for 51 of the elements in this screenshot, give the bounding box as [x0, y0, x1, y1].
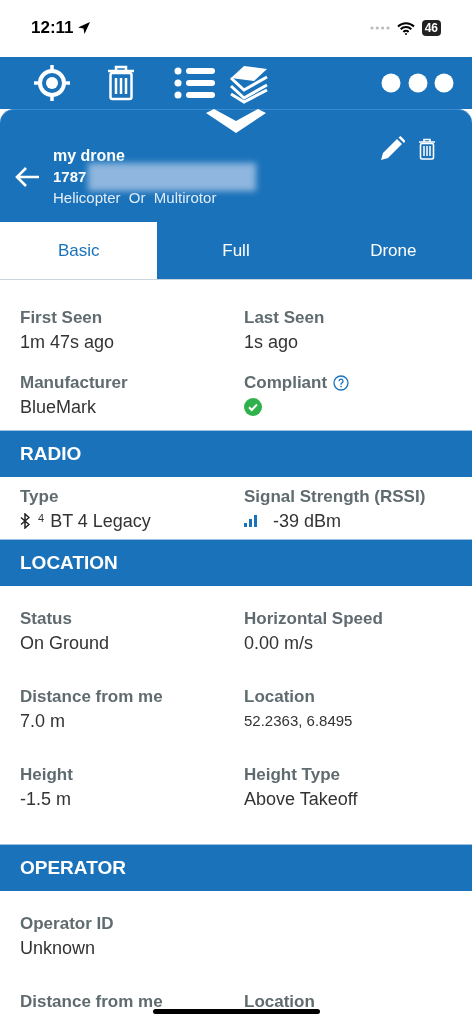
crosshair-icon[interactable] — [33, 64, 71, 102]
chevron-down-icon[interactable] — [206, 109, 266, 135]
field-label: Location — [244, 991, 315, 1013]
field-label: Operator ID — [20, 913, 114, 935]
field-value: BlueMark — [20, 396, 98, 419]
field-value: 1s ago — [244, 331, 300, 354]
wifi-icon — [396, 21, 415, 35]
version-number: 4 — [38, 511, 45, 526]
list-icon[interactable] — [174, 67, 216, 99]
field-value: On Ground — [20, 632, 111, 655]
field-value: BT 4 Legacy — [50, 509, 151, 533]
field-label: Distance from me — [20, 686, 163, 708]
location-arrow-icon — [76, 21, 91, 35]
field-value: 7.0 m — [20, 710, 67, 733]
field-label: Horizontal Speed — [244, 608, 383, 630]
trash-icon[interactable] — [106, 65, 136, 101]
drone-id: 1787 — [53, 166, 87, 187]
section-header: OPERATOR — [0, 844, 472, 891]
signal-bars-icon — [244, 515, 258, 527]
field-label: Location — [244, 686, 315, 708]
field-label: Height — [20, 764, 73, 786]
back-arrow-icon[interactable] — [14, 166, 40, 188]
field-label: Distance from me — [20, 991, 163, 1013]
cellular-dots-icon — [369, 26, 390, 30]
field-label: Compliant — [244, 372, 328, 394]
field-value: 52.2363, 6.8495 — [244, 711, 354, 731]
field-label: Signal Strength (RSSI) — [244, 486, 426, 508]
field-label: Last Seen — [244, 307, 325, 329]
field-value: 1m 47s ago — [20, 331, 116, 354]
section-header: RADIO — [0, 430, 472, 477]
field-label: Height Type — [244, 764, 341, 786]
drone-name: my drone — [53, 146, 126, 166]
bluetooth-icon — [20, 513, 30, 529]
trash-icon[interactable] — [418, 137, 436, 160]
clock-time: 12:11 — [31, 17, 74, 40]
field-label: Manufacturer — [20, 372, 128, 394]
battery-level: 46 — [421, 20, 441, 36]
field-label: First Seen — [20, 307, 103, 329]
field-label: Status — [20, 608, 72, 630]
drone-type: Helicopter Or Multirotor — [53, 188, 218, 208]
field-value: Above Takeoff — [244, 788, 359, 811]
section-header: LOCATION — [0, 539, 472, 586]
field-value: -39 dBm — [273, 509, 342, 533]
field-value: 0.00 m/s — [244, 632, 315, 655]
field-label: Type — [20, 486, 59, 508]
tab[interactable]: Basic — [0, 222, 158, 279]
help-icon[interactable] — [333, 375, 350, 391]
pencil-icon[interactable] — [380, 136, 405, 161]
field-value: -1.5 m — [20, 788, 72, 811]
field-value: Unknown — [20, 937, 97, 960]
more-icon[interactable] — [381, 73, 455, 93]
